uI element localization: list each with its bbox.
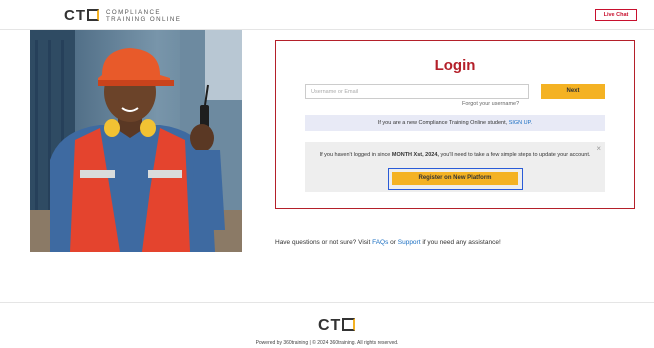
forgot-username-link[interactable]: Forgot your username?	[462, 101, 519, 107]
migration-notice: × If you haven't logged in since MONTH X…	[305, 142, 605, 192]
new-student-text: If you are a new Compliance Training Onl…	[377, 120, 508, 126]
logo-mark: CT	[64, 8, 99, 23]
logo-line-1: COMPLIANCE	[106, 8, 161, 16]
next-button[interactable]: Next	[541, 84, 605, 99]
logo-g-icon	[87, 9, 99, 21]
worker-photo-icon	[30, 30, 242, 252]
footer-logo-g-icon	[342, 318, 356, 331]
live-chat-button[interactable]: Live Chat	[595, 9, 637, 21]
site-footer: CT Powered by 360training | © 2024 360tr…	[0, 302, 654, 348]
support-link[interactable]: Support	[398, 239, 421, 246]
logo-line-2: TRAINING ONLINE	[106, 15, 182, 23]
logo-text: COMPLIANCE TRAINING ONLINE	[106, 9, 181, 23]
close-icon[interactable]: ×	[596, 144, 601, 153]
username-input[interactable]: Username or Email	[305, 84, 529, 99]
notice-text: If you haven't logged in since MONTH Xst…	[319, 152, 591, 158]
ctg-logo[interactable]: CT COMPLIANCE TRAINING ONLINE	[64, 8, 181, 23]
help-text: Have questions or not sure? Visit FAQs o…	[275, 239, 501, 246]
site-header: CT COMPLIANCE TRAINING ONLINE Live Chat	[0, 0, 654, 30]
faqs-link[interactable]: FAQs	[372, 239, 388, 246]
login-panel: Login Username or Email Next Forgot your…	[275, 40, 635, 209]
sign-up-link[interactable]: SIGN UP.	[509, 120, 532, 126]
login-title: Login	[434, 57, 476, 74]
hero-worker-image	[30, 30, 242, 252]
copyright-text: Powered by 360training | © 2024 360train…	[255, 340, 399, 346]
new-student-banner: If you are a new Compliance Training Onl…	[305, 115, 605, 131]
register-highlight: Register on New Platform	[388, 168, 523, 190]
register-button[interactable]: Register on New Platform	[392, 172, 518, 185]
footer-logo[interactable]: CT	[318, 317, 356, 334]
